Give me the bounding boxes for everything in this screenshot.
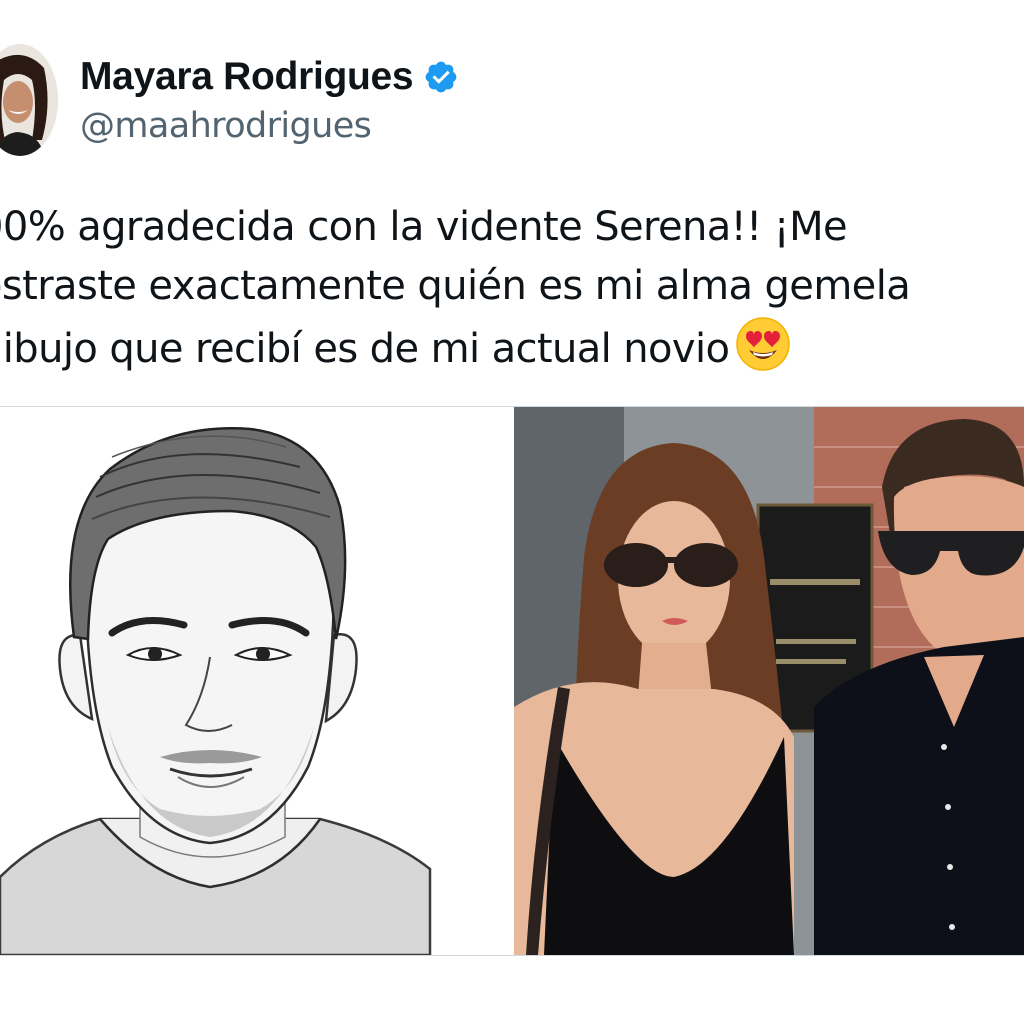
avatar-photo: [0, 44, 58, 156]
author-name[interactable]: Mayara Rodrigues: [80, 55, 414, 99]
portrait-sketch: [0, 407, 510, 955]
tweet-text-line-2: ostraste exactamente quién es mi alma ge…: [0, 263, 911, 309]
tweet-media[interactable]: [0, 406, 1024, 956]
couple-photo: [514, 407, 1024, 955]
tweet-text-line-1: 00% agradecida con la vidente Serena!! ¡…: [0, 204, 848, 250]
author-name-row: Mayara Rodrigues: [80, 52, 459, 102]
verified-badge-icon: [423, 59, 459, 95]
media-image-sketch[interactable]: [0, 407, 510, 955]
tweet-text-line-3: dibujo que recibí es de mi actual novio: [0, 326, 730, 372]
media-image-photo[interactable]: [514, 407, 1024, 955]
tweet-text: 00% agradecida con la vidente Serena!! ¡…: [0, 198, 1024, 379]
author-handle[interactable]: @maahrodrigues: [80, 106, 372, 146]
author-avatar[interactable]: [0, 44, 58, 156]
tweet-text-line-3-wrap: dibujo que recibí es de mi actual novio: [0, 316, 1024, 379]
heart-eyes-emoji-icon: [735, 316, 791, 372]
